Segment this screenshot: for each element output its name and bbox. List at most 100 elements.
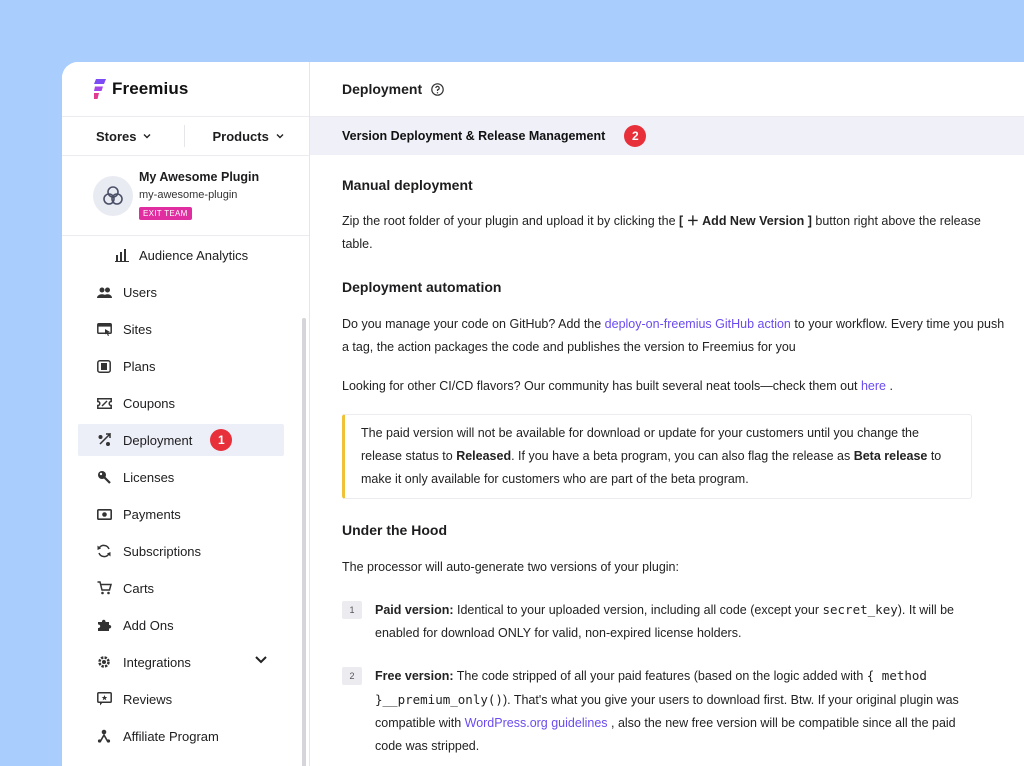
sidebar-item-label: Deployment bbox=[123, 432, 193, 448]
cart-icon bbox=[96, 580, 112, 596]
sidebar-item-licenses[interactable]: Licenses bbox=[78, 461, 284, 493]
community-tools-link[interactable]: here bbox=[861, 379, 886, 393]
users-icon bbox=[96, 284, 112, 300]
cicd-text: Looking for other CI/CD flavors? Our com… bbox=[342, 375, 1010, 398]
sites-icon bbox=[96, 321, 112, 337]
plans-icon bbox=[96, 358, 112, 374]
section-header: Version Deployment & Release Management … bbox=[310, 117, 1024, 155]
audience-analytics-icon bbox=[114, 247, 130, 263]
payments-icon bbox=[96, 506, 112, 522]
text: Looking for other CI/CD flavors? Our com… bbox=[342, 379, 861, 393]
sidebar-item-label: Carts bbox=[123, 580, 155, 596]
page-title: Deployment bbox=[342, 81, 423, 97]
sidebar-item-coupons[interactable]: Coupons bbox=[78, 387, 284, 419]
text: . If you have a beta program, you can al… bbox=[511, 449, 854, 463]
sidebar-item-add-ons[interactable]: Add Ons bbox=[78, 609, 284, 641]
deployment-automation-heading: Deployment automation bbox=[342, 279, 502, 295]
add-new-version-reference: [ ＋ Add New Version ] bbox=[679, 214, 812, 228]
chevron-down-icon bbox=[143, 134, 151, 139]
plugin-name: My Awesome Plugin bbox=[139, 170, 260, 184]
sidebar-item-integrations[interactable]: Integrations bbox=[78, 646, 284, 678]
sidebar-item-subscriptions[interactable]: Subscriptions bbox=[78, 535, 284, 567]
products-dropdown[interactable]: Products bbox=[212, 128, 284, 144]
code-snippet: secret_key bbox=[822, 602, 898, 617]
sidebar-item-sites[interactable]: Sites bbox=[78, 313, 284, 345]
released-label: Released bbox=[456, 449, 512, 463]
step-free-version: 2 Free version: The code stripped of all… bbox=[342, 664, 1010, 758]
sidebar: Freemius Stores Products My Awesome Plug… bbox=[62, 62, 310, 766]
puzzle-icon bbox=[96, 617, 112, 633]
stores-dropdown[interactable]: Stores bbox=[96, 129, 151, 144]
switcher-divider bbox=[184, 125, 186, 147]
sidebar-item-label: Subscriptions bbox=[123, 543, 202, 559]
deployment-icon bbox=[96, 432, 112, 448]
sidebar-item-audience-analytics[interactable]: Audience Analytics bbox=[78, 239, 284, 271]
stores-label: Stores bbox=[96, 128, 137, 144]
sidebar-item-label: Sites bbox=[123, 321, 152, 337]
text: The code stripped of all your paid featu… bbox=[453, 669, 867, 683]
sidebar-item-users[interactable]: Users bbox=[78, 276, 284, 308]
sidebar-item-label: Add Ons bbox=[123, 617, 174, 633]
automation-text: Do you manage your code on GitHub? Add t… bbox=[342, 313, 1010, 359]
store-product-switchers: Stores Products bbox=[62, 117, 309, 156]
step-paid-version: 1 Paid version: Identical to your upload… bbox=[342, 598, 1010, 645]
help-icon[interactable] bbox=[431, 82, 444, 96]
logo[interactable]: Freemius bbox=[62, 62, 309, 117]
text: Identical to your uploaded version, incl… bbox=[453, 603, 823, 617]
sidebar-scrollbar[interactable] bbox=[302, 318, 306, 766]
plugin-card[interactable]: My Awesome Plugin my-awesome-plugin EXIT… bbox=[62, 156, 309, 236]
section-title: Version Deployment & Release Management bbox=[342, 129, 606, 143]
sidebar-item-label: Payments bbox=[123, 506, 181, 522]
integrations-icon bbox=[96, 654, 112, 670]
text: Do you manage your code on GitHub? Add t… bbox=[342, 317, 605, 331]
github-action-link[interactable]: deploy-on-freemius GitHub action bbox=[605, 317, 791, 331]
sidebar-nav: Audience Analytics Users Sites Plans Cou… bbox=[62, 236, 309, 766]
sidebar-item-label: Coupons bbox=[123, 395, 176, 411]
freemius-logo-icon bbox=[94, 79, 106, 99]
sidebar-item-label: Plans bbox=[123, 358, 156, 374]
hood-intro: The processor will auto-generate two ver… bbox=[342, 560, 679, 574]
step-text: Free version: The code stripped of all y… bbox=[375, 664, 975, 758]
sidebar-item-carts[interactable]: Carts bbox=[78, 572, 284, 604]
sidebar-item-reviews[interactable]: Reviews bbox=[78, 683, 284, 715]
plugin-avatar bbox=[93, 175, 133, 216]
plugin-logo-icon bbox=[103, 185, 123, 205]
deployment-content: Manual deployment Zip the root folder of… bbox=[310, 177, 1010, 758]
sidebar-item-plans[interactable]: Plans bbox=[78, 350, 284, 382]
step-label: Paid version: bbox=[375, 603, 454, 617]
exit-team-badge[interactable]: EXIT TEAM bbox=[139, 207, 192, 220]
beta-release-label: Beta release bbox=[853, 449, 928, 463]
text: Zip the root folder of your plugin and u… bbox=[342, 214, 680, 228]
chevron-down-icon[interactable] bbox=[254, 655, 268, 665]
step-text: Paid version: Identical to your uploaded… bbox=[375, 598, 975, 645]
brand-name: Freemius bbox=[112, 79, 189, 98]
sidebar-item-payments[interactable]: Payments bbox=[78, 498, 284, 530]
page-header: Deployment bbox=[310, 62, 1024, 117]
sidebar-item-label: Audience Analytics bbox=[139, 247, 249, 263]
wordpress-guidelines-link[interactable]: WordPress.org guidelines bbox=[465, 716, 608, 730]
text: . bbox=[886, 379, 893, 393]
affiliate-program-icon bbox=[96, 728, 112, 744]
step-number: 1 bbox=[342, 601, 362, 619]
reviews-icon bbox=[96, 691, 112, 707]
products-label: Products bbox=[212, 128, 269, 144]
annotation-badge-1: 1 bbox=[210, 429, 233, 451]
sidebar-item-label: Integrations bbox=[123, 654, 191, 670]
key-icon bbox=[96, 469, 112, 485]
sidebar-item-label: Affiliate Program bbox=[123, 728, 219, 744]
step-label: Free version: bbox=[375, 669, 454, 683]
release-status-note: The paid version will not be available f… bbox=[342, 414, 972, 499]
plugin-info: My Awesome Plugin my-awesome-plugin EXIT… bbox=[139, 170, 259, 221]
app-window: Freemius Stores Products My Awesome Plug… bbox=[62, 62, 1024, 766]
refresh-icon bbox=[96, 543, 112, 559]
annotation-badge-2: 2 bbox=[624, 125, 647, 147]
chevron-down-icon bbox=[276, 134, 284, 139]
plugin-slug: my-awesome-plugin bbox=[139, 189, 238, 201]
sidebar-item-deployment[interactable]: Deployment 1 bbox=[78, 424, 284, 456]
under-the-hood-heading: Under the Hood bbox=[342, 522, 447, 538]
step-number: 2 bbox=[342, 667, 362, 685]
sidebar-item-label: Licenses bbox=[123, 469, 175, 485]
sidebar-item-label: Users bbox=[123, 284, 157, 300]
sidebar-item-affiliate-program[interactable]: Affiliate Program bbox=[78, 720, 284, 752]
manual-deployment-heading: Manual deployment bbox=[342, 177, 473, 193]
